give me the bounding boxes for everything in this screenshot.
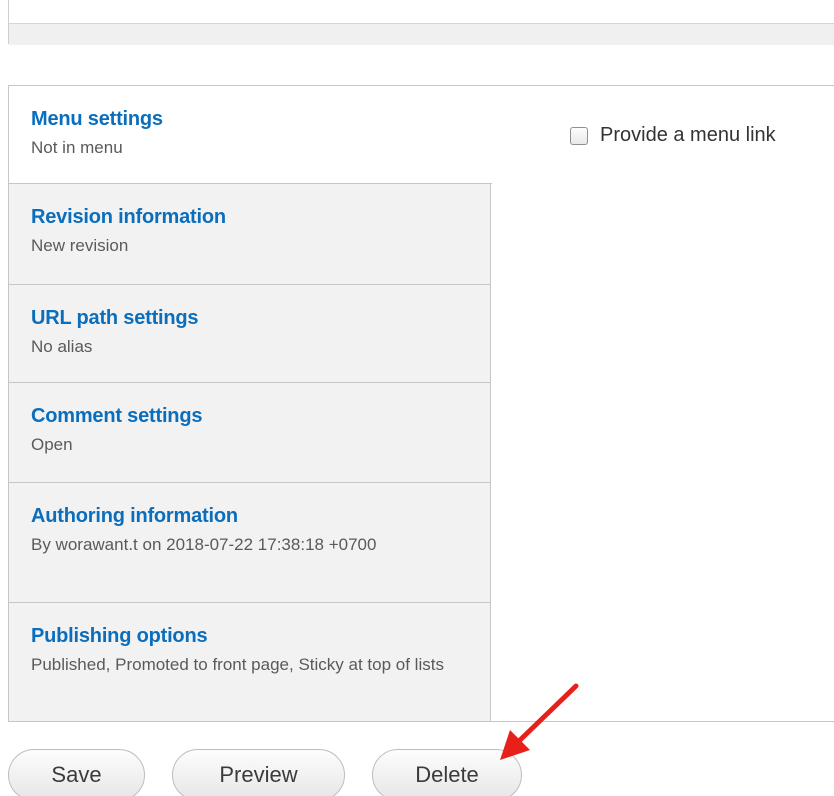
upper-field-panel [8, 0, 834, 45]
upper-field-panel-footer [9, 23, 834, 45]
delete-button[interactable]: Delete [372, 749, 522, 796]
menu-settings-pane: Provide a menu link [570, 124, 776, 147]
tab-summary: Published, Promoted to front page, Stick… [31, 655, 444, 674]
vertical-tabs: Menu settings Not in menu Revision infor… [8, 85, 834, 722]
tab-title: Authoring information [31, 505, 238, 527]
tab-authoring-information[interactable]: Authoring information By worawant.t on 2… [9, 483, 491, 603]
tab-title: Revision information [31, 206, 226, 228]
tab-title: Menu settings [31, 108, 163, 130]
tab-publishing-options[interactable]: Publishing options Published, Promoted t… [9, 603, 491, 723]
provide-menu-link-checkbox[interactable] [570, 126, 588, 145]
tab-revision-information[interactable]: Revision information New revision [9, 184, 491, 285]
tab-title: Comment settings [31, 405, 203, 427]
tab-summary: Open [31, 435, 73, 454]
save-button[interactable]: Save [8, 749, 145, 796]
tab-title: URL path settings [31, 307, 199, 329]
tab-comment-settings[interactable]: Comment settings Open [9, 383, 491, 483]
tab-url-path-settings[interactable]: URL path settings No alias [9, 285, 491, 383]
tab-menu-settings[interactable]: Menu settings Not in menu [9, 86, 492, 184]
preview-button[interactable]: Preview [172, 749, 345, 796]
tab-summary: Not in menu [31, 138, 123, 157]
tab-summary: No alias [31, 337, 93, 356]
tab-summary: New revision [31, 236, 129, 255]
tab-summary: By worawant.t on 2018-07-22 17:38:18 +07… [31, 535, 377, 554]
provide-menu-link-label[interactable]: Provide a menu link [600, 124, 776, 147]
vertical-tabs-list: Menu settings Not in menu Revision infor… [9, 86, 492, 723]
tab-title: Publishing options [31, 625, 208, 647]
node-edit-form: Menu settings Not in menu Revision infor… [0, 0, 834, 796]
